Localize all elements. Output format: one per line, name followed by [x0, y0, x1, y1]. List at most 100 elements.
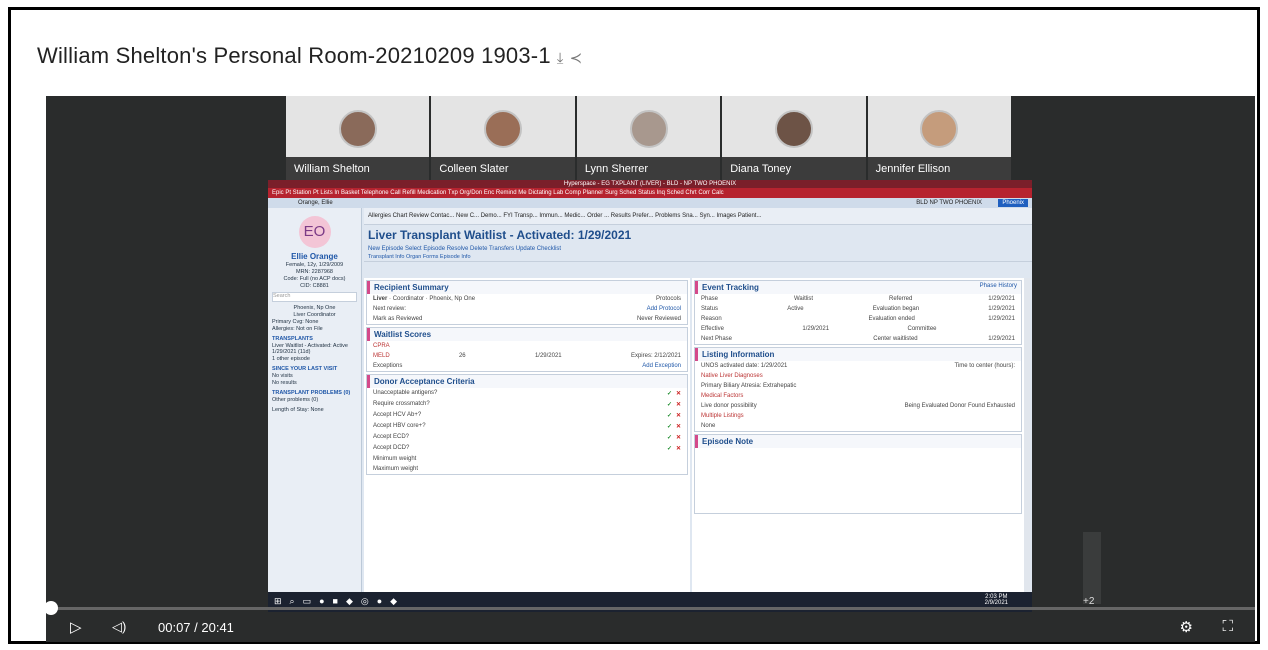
left-column: Recipient Summary Liver · Coordinator · …: [364, 278, 690, 600]
transplants-heading: TRANSPLANTS: [272, 336, 313, 342]
listing-heading: Listing Information: [695, 348, 1021, 361]
taskbar-clock: 2:03 PM 2/9/2021: [984, 594, 1008, 606]
meld-date: 1/29/2021: [534, 353, 562, 359]
right-column: Event Tracking Phase History Phase Waitlis…: [692, 278, 1024, 600]
participant-tile: Jennifer Ellison: [867, 96, 1012, 181]
recording-frame: William Shelton's Personal Room-20210209…: [8, 7, 1260, 644]
avatar: [629, 110, 668, 148]
fullscreen-icon[interactable]: ⛶: [1222, 618, 1233, 635]
donor-row: Unacceptable antigens?: [373, 390, 438, 396]
patient-sidebar: EO Ellie Orange Female, 12y, 1/29/2009 M…: [268, 208, 362, 600]
meld-label: MELD: [373, 353, 390, 359]
sidebar-search: Search: [272, 292, 357, 302]
since-results: No results: [272, 380, 297, 386]
coordinator-name: Phoenix, Np One: [293, 305, 336, 311]
exceptions-label: Exceptions: [373, 363, 403, 369]
participant-strip: William Shelton Colleen Slater Lynn Sher…: [286, 96, 1012, 181]
length-of-stay: Length of Stay: None: [272, 407, 324, 413]
location: BLD NP TWO PHOENIX: [916, 200, 982, 206]
waitlist-heading: Waitlist Scores: [367, 328, 687, 341]
add-exception-link: Add Exception: [642, 363, 681, 369]
participant-tile: William Shelton: [286, 96, 430, 181]
add-protocol-link: Add Protocol: [646, 306, 681, 312]
patient-csn: CID: C8881: [300, 283, 329, 289]
donor-row: Accept ECD?: [373, 434, 410, 440]
since-heading: SINCE YOUR LAST VISIT: [272, 366, 338, 372]
participant-tile: Lynn Sherrer: [576, 96, 721, 181]
patient-code: Code: Full (no ACP docs): [283, 276, 346, 282]
protocols-label: Protocols: [655, 296, 681, 302]
share-icon[interactable]: ≺: [570, 50, 583, 67]
since-visits: No visits: [272, 373, 293, 379]
epic-scrollbar: [1024, 278, 1030, 600]
avatar: [338, 110, 377, 148]
meld-expires: Expires: 2/12/2021: [630, 353, 681, 359]
donor-row: Require crossmatch?: [373, 401, 430, 407]
participant-scroll: [1083, 532, 1101, 604]
problems-heading: TRANSPLANT PROBLEMS (0): [272, 390, 351, 396]
download-icon[interactable]: ⤓: [557, 50, 564, 67]
recipient-summary: Recipient Summary Liver · Coordinator · …: [366, 280, 688, 325]
location-badge: Phoenix: [998, 199, 1028, 207]
coordinator-role: Liver Coordinator: [293, 312, 336, 318]
mark-reviewed-button: Mark as Reviewed: [373, 316, 423, 322]
donor-row: Accept HBV core+?: [373, 423, 426, 429]
extra-participants[interactable]: +2: [1083, 596, 1094, 607]
progress-bar[interactable]: [44, 601, 1255, 615]
page-title: William Shelton's Personal Room-20210209…: [37, 43, 583, 68]
episode-toolbar: New Episode Select Episode Resolve Delet…: [368, 246, 562, 252]
avatar: [920, 110, 959, 148]
playback-time: 00:07 / 20:41: [158, 620, 234, 635]
taskbar-icons: ⊞⌕▭●■◆◎●◆: [274, 596, 406, 606]
participant-tile: Diana Toney: [722, 96, 866, 181]
next-review: Next review:: [373, 306, 407, 312]
epic-toolbar: Epic Pt Station Pt Lists In Basket Telep…: [268, 188, 1032, 198]
activity-tabs: Allergies Chart Review Contac... New C..…: [364, 208, 1032, 225]
other-problems: Other problems (0): [272, 397, 319, 403]
avatar: [774, 110, 813, 148]
episode-subtabs: Transplant Info Organ Forms Episode Info: [364, 253, 1032, 262]
other-episode: 1 other episode: [272, 356, 310, 362]
gear-icon[interactable]: ⚙: [1180, 618, 1193, 636]
organ-label: Liver · Coordinator · Phoenix, Np One: [373, 296, 476, 302]
patient-tab: Orange, Ellie: [298, 200, 333, 206]
never-reviewed: Never Reviewed: [636, 316, 681, 322]
donor-row: Accept DCD?: [373, 445, 410, 451]
patient-avatar: EO: [298, 216, 331, 248]
avatar: [484, 110, 523, 148]
episode-note-heading: Episode Note: [695, 435, 1021, 448]
waitlist-scores: Waitlist Scores CPRA MELD 26 1/29/2021 Expi…: [366, 327, 688, 372]
donor-row: Accept HCV Ab+?: [373, 412, 422, 418]
cpra-label: CPRA: [373, 343, 390, 349]
participant-tile: Colleen Slater: [431, 96, 575, 181]
patient-name: Ellie Orange: [291, 252, 338, 261]
play-icon[interactable]: ▷: [70, 618, 82, 636]
volume-icon[interactable]: ◁): [112, 619, 126, 635]
allergies: Allergies: Not on File: [272, 326, 323, 332]
participant-name: Diana Toney: [722, 157, 866, 181]
epic-main: Allergies Chart Review Contac... New C..…: [364, 208, 1032, 600]
participant-name: Colleen Slater: [431, 157, 575, 181]
patient-demographics: Female, 12y, 1/29/2009: [285, 262, 344, 268]
participant-name: Jennifer Ellison: [867, 157, 1012, 181]
event-tracking: Event Tracking Phase History Phase Waitlis…: [694, 280, 1022, 345]
recipient-heading: Recipient Summary: [367, 281, 687, 294]
participant-name: William Shelton: [286, 157, 430, 181]
event-heading: Event Tracking Phase History: [695, 281, 1021, 294]
donor-row: Maximum weight: [373, 466, 419, 472]
coverage: Primary Cvg: None: [272, 319, 319, 325]
transplant-status: Liver Waitlist - Activated: Active 1/29/…: [272, 343, 348, 355]
donor-row: Minimum weight: [373, 456, 417, 462]
meld-score: 26: [458, 353, 466, 359]
episode-title: Liver Transplant Waitlist - Activated: 1…: [368, 228, 632, 242]
shared-screen-epic: Hyperspace - EG TXPLANT (LIVER) - BLD - …: [268, 180, 1032, 612]
episode-note: Episode Note: [694, 434, 1022, 514]
video-player[interactable]: William Shelton Colleen Slater Lynn Sher…: [44, 96, 1255, 642]
participant-name: Lynn Sherrer: [576, 157, 721, 181]
epic-window-title: Hyperspace - EG TXPLANT (LIVER) - BLD - …: [268, 180, 1032, 188]
player-controls: ▷ ◁) 00:07 / 20:41 ⚙ ⛶: [46, 612, 1255, 642]
donor-criteria: Donor Acceptance Criteria Unacceptable a…: [366, 374, 688, 475]
patient-mrn: MRN: 2287968: [296, 269, 333, 275]
listing-information: Listing Information UNOS activated date:…: [694, 347, 1022, 432]
epic-patient-tab-bar: Orange, Ellie BLD NP TWO PHOENIX Phoenix: [268, 198, 1032, 208]
